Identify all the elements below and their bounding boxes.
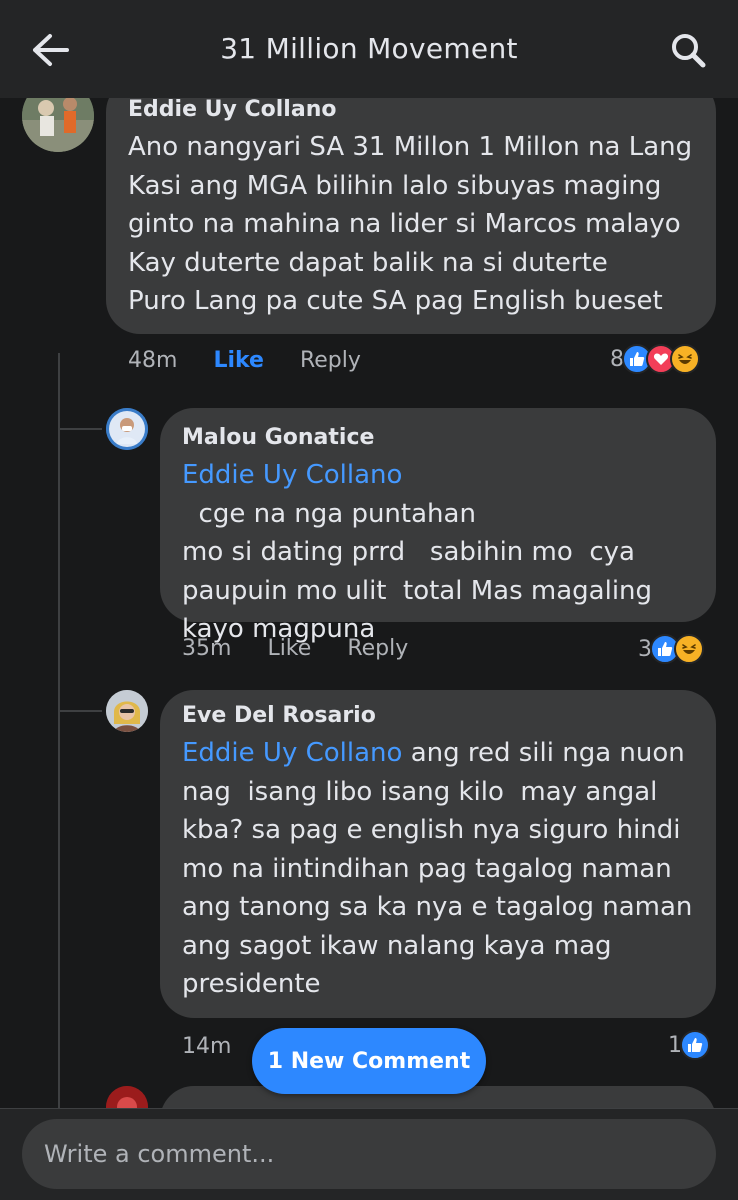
like-button[interactable]: Like (267, 636, 311, 661)
thread-line (58, 353, 60, 1108)
comment-bubble[interactable]: Malou Gonatice Eddie Uy Collano cge na n… (160, 408, 716, 644)
comment-line: Kasi ang MGA bilihin lalo sibuyas maging (128, 170, 662, 201)
avatar[interactable] (106, 690, 148, 732)
comment-line: ang tanong sa ka nya e tagalog naman (182, 892, 693, 922)
mention-link[interactable]: Eddie Uy Collano (182, 460, 402, 490)
new-comment-button[interactable]: 1 New Comment (252, 1028, 486, 1094)
comment-line: Eddie Uy Collano cge na nga puntahan (182, 456, 694, 533)
comment-input[interactable] (22, 1119, 716, 1189)
comment-line-text: cge na nga puntahan (182, 498, 476, 529)
thumbs-up-icon (680, 1030, 710, 1060)
reply-button[interactable]: Reply (300, 348, 361, 373)
comment-line: mo si dating prrd sabihin mo cya (182, 537, 635, 567)
avatar[interactable] (22, 98, 94, 152)
haha-icon (670, 344, 700, 374)
comment-line: nag isang libo isang kilo may angal (182, 776, 658, 807)
comment-bubble[interactable]: Eve Del Rosario Eddie Uy Collano ang red… (160, 690, 716, 1018)
avatar[interactable] (106, 408, 148, 450)
haha-icon (674, 634, 704, 664)
reactions-summary[interactable]: 1 (668, 1030, 710, 1060)
reply-button[interactable]: Reply (347, 636, 408, 661)
comment-line: Puro Lang pa cute SA pag English bueset (128, 286, 663, 316)
comment-line: Eddie Uy Collano ang red sili nga nuon (182, 734, 694, 773)
like-button[interactable]: Like (213, 348, 264, 373)
comment-line: ang sagot ikaw nalang kaya mag (182, 930, 612, 961)
comment-line: kba? sa pag e english nya siguro hindi (182, 815, 681, 845)
comment-line-text: ang red sili nga nuon (402, 738, 685, 768)
comment-time: 48m (128, 348, 178, 373)
comment-meta: 35m Like Reply (182, 636, 408, 661)
comment-text: Eddie Uy Collano ang red sili nga nuon n… (182, 734, 694, 1004)
search-icon[interactable] (666, 28, 710, 72)
comment-meta: 48m Like Reply (128, 348, 361, 373)
comment-line: Ano nangyari SA 31 Millon 1 Millon na La… (128, 132, 693, 162)
thread-branch (58, 710, 102, 712)
comment-line: ginto na mahina na lider si Marcos malay… (128, 209, 681, 239)
comment-line: Kay duterte dapat balik na si duterte (128, 247, 608, 278)
comment-line: paupuin mo ulit total Mas magaling (182, 575, 653, 606)
reactions-summary[interactable]: 3 (638, 634, 704, 664)
reactions-summary[interactable]: 8 (610, 344, 700, 374)
comment-author[interactable]: Eve Del Rosario (182, 702, 694, 730)
comments-feed[interactable]: Eddie Uy Collano Ano nangyari SA 31 Mill… (0, 98, 738, 1108)
comment-time: 35m (182, 636, 232, 661)
comment-author[interactable]: Malou Gonatice (182, 424, 694, 452)
comment-time: 14m (182, 1034, 232, 1059)
mention-link[interactable]: Eddie Uy Collano (182, 738, 402, 768)
comment-text: Eddie Uy Collano cge na nga puntahan mo … (182, 456, 694, 649)
comment-line: presidente (182, 969, 321, 999)
thread-branch (58, 428, 102, 430)
comment-text: Ano nangyari SA 31 Millon 1 Millon na La… (128, 128, 694, 321)
comment-bubble[interactable]: Eddie Uy Collano Ano nangyari SA 31 Mill… (106, 98, 716, 334)
page-title: 31 Million Movement (220, 32, 518, 65)
comment-line: mo na iintindihan pag tagalog naman (182, 853, 672, 884)
comment-composer (0, 1108, 738, 1200)
app-header: 31 Million Movement (0, 0, 738, 98)
avatar[interactable] (106, 1086, 148, 1108)
comment-author[interactable]: Eddie Uy Collano (128, 98, 694, 124)
